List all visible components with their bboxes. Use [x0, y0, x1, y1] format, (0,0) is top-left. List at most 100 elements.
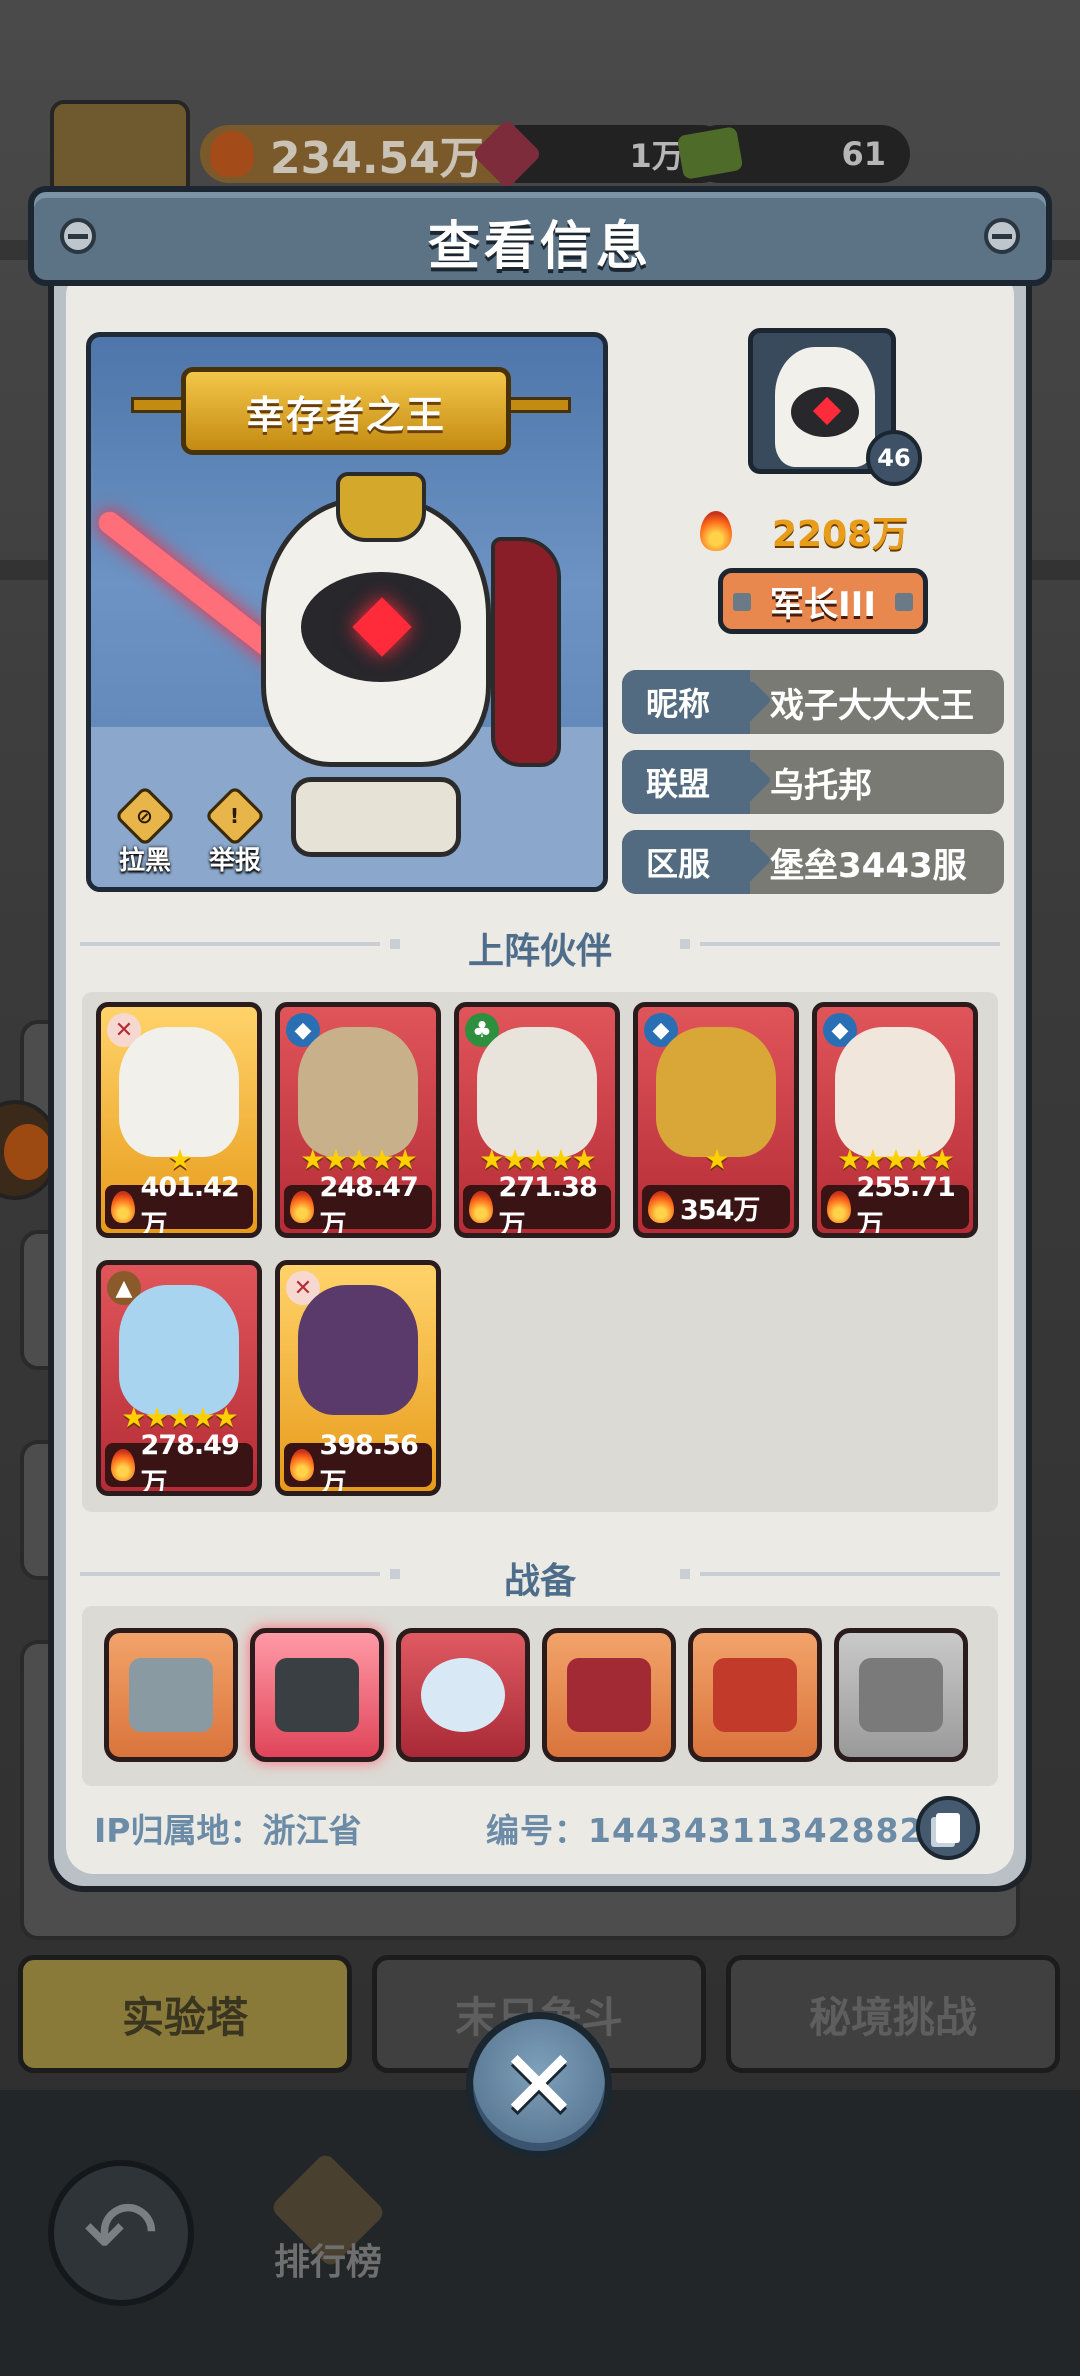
equip-slot-pet[interactable] — [396, 1628, 530, 1762]
bolt-icon — [895, 593, 913, 611]
avatar-visor — [791, 387, 859, 437]
partner-power: 278.49万 — [140, 1430, 240, 1496]
info-key: 昵称 — [622, 670, 750, 734]
partners-title: 上阵伙伴 — [467, 931, 612, 972]
hero-legs — [291, 777, 461, 857]
book-icon — [713, 1658, 797, 1732]
player-id: 编号：14434311342882 — [486, 1811, 924, 1850]
warning-icon: ! — [204, 785, 266, 847]
cash-value: 61 — [841, 135, 886, 173]
fire-icon — [290, 1191, 314, 1223]
hero-title-plaque: 幸存者之王 — [181, 367, 511, 455]
partner-portrait — [477, 1027, 597, 1157]
close-button[interactable]: ✕ — [466, 2012, 612, 2158]
partner-card[interactable]: ◆ ★★★★★ 248.47万 — [275, 1002, 441, 1238]
block-icon: ⊘ — [114, 785, 176, 847]
modal-title: 查看信息 — [427, 217, 652, 277]
partner-card[interactable]: ▲ ★★★★★ 278.49万 — [96, 1260, 262, 1496]
equip-slot-armor[interactable] — [542, 1628, 676, 1762]
cash-pill[interactable]: 61 — [676, 125, 910, 183]
back-arrow-icon: ↶ — [83, 2180, 159, 2286]
equip-section-header: 战备 — [80, 1552, 1000, 1602]
leaderboard-label: 排行榜 — [273, 2242, 382, 2283]
partner-power: 398.56万 — [319, 1430, 419, 1496]
bolt-icon — [733, 593, 751, 611]
fire-icon — [210, 131, 254, 177]
hero-cape — [491, 537, 561, 767]
block-label: 拉黑 — [118, 846, 171, 876]
equip-title: 战备 — [503, 1561, 576, 1602]
info-value: 堡垒3443服 — [770, 845, 967, 886]
back-button[interactable]: ↶ — [48, 2160, 194, 2306]
partner-power: 401.42万 — [140, 1172, 240, 1238]
rank-label: 军长III — [770, 584, 876, 625]
hero-eye-glow — [352, 597, 412, 657]
rank-badge: 军长III — [718, 568, 928, 634]
fire-icon — [111, 1449, 135, 1481]
partner-portrait — [119, 1285, 239, 1415]
partner-power: 354万 — [680, 1194, 760, 1226]
info-value: 乌托邦 — [770, 765, 872, 806]
power-value: 2208万 — [772, 514, 909, 555]
block-button[interactable]: ⊘ 拉黑 — [105, 785, 185, 877]
report-button[interactable]: ! 举报 — [195, 785, 275, 877]
fire-icon — [469, 1191, 493, 1223]
partner-power: 271.38万 — [498, 1172, 598, 1238]
fire-icon — [700, 511, 732, 551]
modal-header: 查看信息 — [28, 186, 1052, 286]
info-row-alliance: 联盟 乌托邦 — [622, 750, 1004, 814]
copy-icon — [936, 1813, 960, 1843]
armor-icon — [567, 1658, 651, 1732]
hero-crest — [336, 472, 426, 542]
hero-title: 幸存者之王 — [245, 392, 446, 437]
partner-card[interactable]: ✕ 398.56万 — [275, 1260, 441, 1496]
partner-card[interactable]: ♣ ★★★★★ 271.38万 — [454, 1002, 620, 1238]
fire-icon — [648, 1191, 674, 1223]
equip-slot-base[interactable] — [104, 1628, 238, 1762]
info-key: 联盟 — [622, 750, 750, 814]
avatar-image — [775, 347, 875, 467]
partner-portrait — [656, 1027, 776, 1157]
partner-portrait — [298, 1285, 418, 1415]
equip-slot-book[interactable] — [688, 1628, 822, 1762]
info-key: 区服 — [622, 830, 750, 894]
close-icon: ✕ — [498, 2029, 580, 2141]
pet-icon — [4, 1124, 52, 1180]
report-label: 举报 — [208, 846, 261, 876]
partner-portrait — [835, 1027, 955, 1157]
leaderboard-button[interactable]: 排行榜 — [248, 2151, 408, 2285]
partners-section-header: 上阵伙伴 — [80, 922, 1000, 972]
info-value: 戏子大大大王 — [770, 685, 974, 726]
level-badge: 46 — [866, 430, 922, 486]
player-power: 2208万 — [700, 506, 908, 556]
copy-id-button[interactable] — [916, 1796, 980, 1860]
tab-secret-challenge[interactable]: 秘境挑战 — [726, 1955, 1060, 2073]
building-icon — [129, 1658, 213, 1732]
fire-icon — [827, 1191, 851, 1223]
equipment-panel — [82, 1606, 998, 1786]
equip-slot-vehicle[interactable] — [250, 1628, 384, 1762]
partner-card[interactable]: ◆ ★ 354万 — [633, 1002, 799, 1238]
hero-figure — [261, 472, 491, 767]
dragon-icon — [421, 1658, 505, 1732]
cash-icon — [676, 126, 744, 180]
hero-visor — [301, 572, 461, 682]
info-row-server: 区服 堡垒3443服 — [622, 830, 1004, 894]
partner-stars: ★ — [704, 1143, 729, 1176]
partner-portrait — [298, 1027, 418, 1157]
partner-power: 248.47万 — [319, 1172, 419, 1238]
fire-icon — [111, 1191, 135, 1223]
tab-lab-tower[interactable]: 实验塔 — [18, 1955, 352, 2073]
info-row-nickname: 昵称 戏子大大大王 — [622, 670, 1004, 734]
avatar-eye-glow — [812, 396, 842, 426]
partner-power: 255.71万 — [856, 1172, 956, 1238]
modal-footer: IP归属地：浙江省 编号：14434311342882 — [94, 1796, 994, 1860]
equip-slot-weapon[interactable] — [834, 1628, 968, 1762]
revolver-icon — [859, 1658, 943, 1732]
partner-card[interactable]: ✕ ★ 401.42万 — [96, 1002, 262, 1238]
hero-portrait: 幸存者之王 ⊘ 拉黑 ! 举报 — [86, 332, 608, 892]
car-icon — [275, 1658, 359, 1732]
ip-location: IP归属地：浙江省 — [94, 1811, 362, 1850]
partner-card[interactable]: ◆ ★★★★★ 255.71万 — [812, 1002, 978, 1238]
power-value: 234.54万 — [270, 133, 484, 184]
